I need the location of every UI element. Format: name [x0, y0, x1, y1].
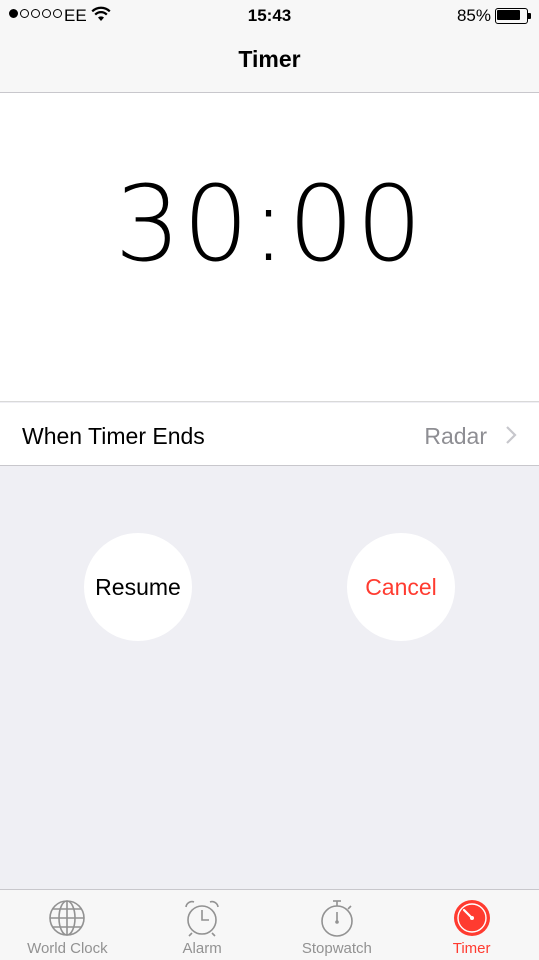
battery-nub — [528, 13, 531, 19]
timer-icon — [453, 900, 490, 936]
cancel-button[interactable]: Cancel — [347, 533, 455, 641]
globe-icon — [49, 900, 86, 936]
tab-timer[interactable]: Timer — [404, 890, 539, 960]
battery-icon — [495, 8, 531, 24]
timer-screen: EE 15:43 85% Timer 30:00 When Timer Ends… — [0, 0, 539, 960]
timer-countdown: 30:00 — [114, 163, 425, 285]
page-title: Timer — [238, 46, 301, 72]
tab-label: Stopwatch — [301, 940, 372, 957]
selected-sound-value: Radar — [424, 423, 487, 449]
battery-percentage: 85% — [456, 6, 491, 25]
tab-label: Alarm — [182, 940, 222, 957]
tab-label: World Clock — [27, 940, 108, 957]
stopwatch-icon — [321, 900, 353, 937]
tab-label: Timer — [452, 940, 491, 957]
battery-level — [497, 10, 520, 20]
tab-bar: World Clock Alarm Stopwatch Timer — [0, 889, 539, 960]
resume-button[interactable]: Resume — [84, 533, 192, 641]
tab-world-clock[interactable]: World Clock — [0, 890, 135, 960]
when-timer-ends-label: When Timer Ends — [22, 423, 205, 449]
tab-stopwatch[interactable]: Stopwatch — [270, 890, 405, 960]
chevron-right-icon — [506, 426, 517, 444]
tab-alarm[interactable]: Alarm — [135, 890, 270, 960]
timer-display: 30:00 — [0, 93, 539, 402]
status-bar: EE 15:43 85% — [0, 0, 539, 30]
top-bar: EE 15:43 85% Timer — [0, 0, 539, 93]
alarm-clock-icon — [185, 900, 219, 937]
when-timer-ends-row[interactable]: When Timer Ends Radar — [0, 403, 539, 466]
